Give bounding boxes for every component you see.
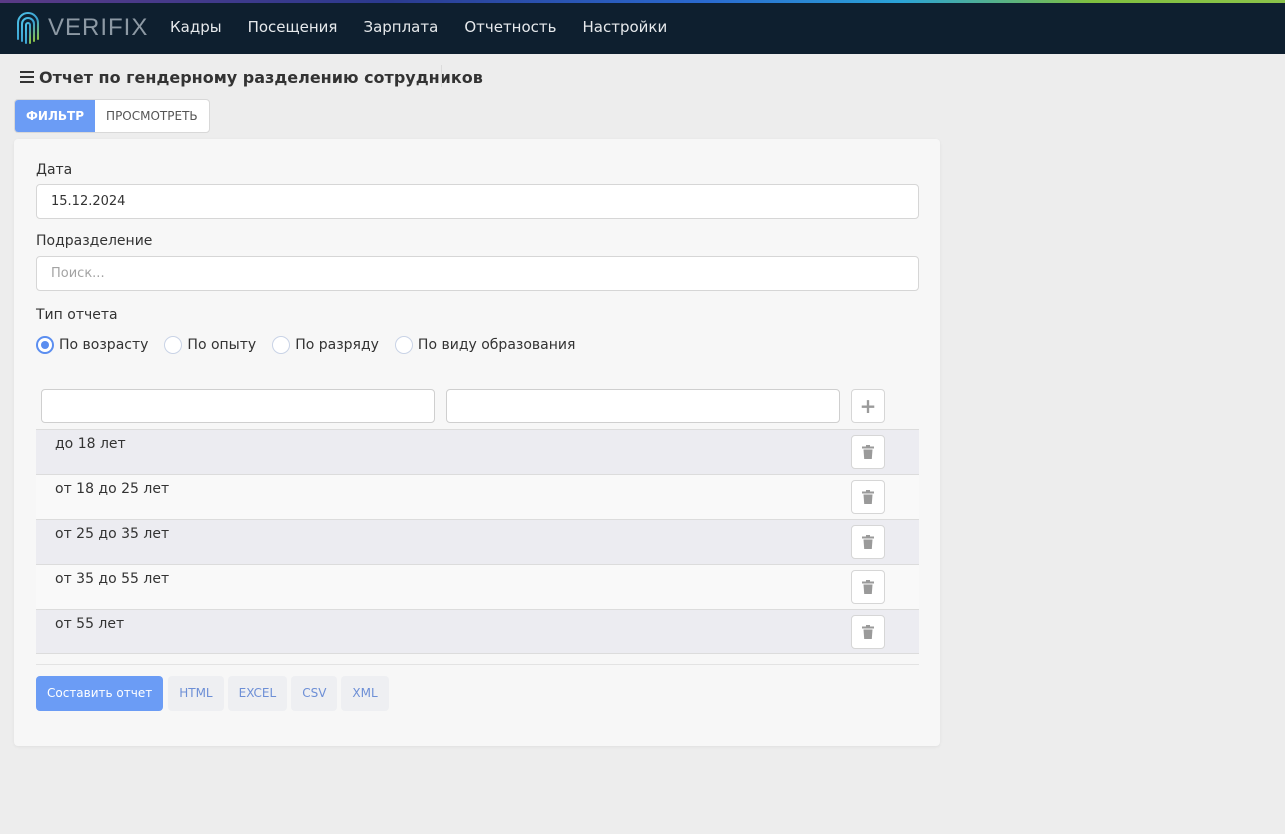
radio-circle	[164, 336, 183, 354]
radio-label: По разряду	[295, 337, 379, 353]
radio-label: По виду образования	[417, 337, 576, 353]
main-nav: Кадры Посещения Зарплата Отчетность Наст…	[157, 0, 680, 54]
add-range-button[interactable]: +	[851, 389, 885, 423]
fingerprint-icon	[17, 12, 39, 44]
report-actions: Составить отчет HTML EXCEL CSV XML	[36, 676, 393, 711]
delete-range-button[interactable]	[851, 615, 885, 649]
logo[interactable]: VERIFIX	[14, 8, 148, 48]
range-label: от 55 лет	[55, 616, 125, 632]
delete-range-button[interactable]	[851, 570, 885, 604]
division-search-input[interactable]: Поиск...	[36, 256, 919, 291]
nav-item-personnel[interactable]: Кадры	[157, 18, 235, 36]
table-row: до 18 лет	[36, 429, 919, 474]
delete-range-button[interactable]	[851, 525, 885, 559]
nav-item-salary[interactable]: Зарплата	[350, 18, 451, 36]
report-type-group: По возрасту По опыту По разряду По виду …	[36, 335, 591, 355]
filter-card: Дата 15.12.2024 Подразделение Поиск... Т…	[14, 139, 940, 746]
radio-by-age[interactable]: По возрасту	[36, 336, 148, 354]
radio-label: По опыту	[187, 337, 257, 353]
report-type-label: Тип отчета	[36, 307, 118, 323]
table-row: от 25 до 35 лет	[36, 519, 919, 564]
plus-icon: +	[859, 394, 877, 418]
radio-circle	[394, 336, 413, 354]
delete-range-button[interactable]	[851, 435, 885, 469]
actions-divider	[36, 664, 919, 665]
trash-icon	[862, 625, 874, 639]
table-row: от 55 лет	[36, 609, 919, 654]
grid-input-row: +	[36, 384, 919, 429]
delete-range-button[interactable]	[851, 480, 885, 514]
hamburger-icon[interactable]	[20, 71, 34, 83]
export-csv-button[interactable]: CSV	[291, 676, 338, 711]
export-html-button[interactable]: HTML	[168, 676, 224, 711]
tab-filter[interactable]: ФИЛЬТР	[15, 100, 96, 132]
logo-text: VERIFIX	[48, 14, 149, 41]
radio-by-grade[interactable]: По разряду	[272, 336, 379, 354]
title-divider	[441, 65, 442, 87]
page-title-bar: Отчет по гендерному разделению сотрудник…	[20, 66, 483, 88]
range-label: от 35 до 55 лет	[55, 571, 170, 587]
build-report-button[interactable]: Составить отчет	[36, 676, 164, 711]
date-label: Дата	[36, 162, 73, 178]
page-title: Отчет по гендерному разделению сотрудник…	[39, 67, 483, 87]
radio-by-education[interactable]: По виду образования	[394, 336, 576, 354]
radio-label: По возрасту	[59, 337, 149, 353]
nav-item-settings[interactable]: Настройки	[570, 18, 681, 36]
range-label: от 25 до 35 лет	[55, 526, 170, 542]
ranges-grid: + до 18 лет от 18 до 25 лет от 25 до 35 …	[36, 384, 919, 654]
export-excel-button[interactable]: EXCEL	[227, 676, 288, 711]
range-label: от 18 до 25 лет	[55, 481, 170, 497]
date-field[interactable]: 15.12.2024	[36, 184, 919, 219]
trash-icon	[862, 445, 874, 459]
radio-circle	[36, 336, 54, 354]
table-row: от 18 до 25 лет	[36, 474, 919, 519]
view-tabs: ФИЛЬТР ПРОСМОТРЕТЬ	[14, 99, 210, 133]
range-to-input[interactable]	[446, 389, 840, 423]
top-navbar: VERIFIX Кадры Посещения Зарплата Отчетно…	[0, 0, 1285, 54]
nav-item-attendance[interactable]: Посещения	[235, 18, 351, 36]
export-xml-button[interactable]: XML	[341, 676, 389, 711]
nav-item-reports[interactable]: Отчетность	[451, 18, 569, 36]
range-label: до 18 лет	[55, 436, 126, 452]
trash-icon	[862, 580, 874, 594]
radio-by-experience[interactable]: По опыту	[164, 336, 256, 354]
division-label: Подразделение	[36, 233, 153, 249]
range-from-input[interactable]	[41, 389, 435, 423]
radio-circle	[272, 336, 291, 354]
tab-view[interactable]: ПРОСМОТРЕТЬ	[95, 100, 209, 132]
trash-icon	[862, 535, 874, 549]
table-row: от 35 до 55 лет	[36, 564, 919, 609]
trash-icon	[862, 490, 874, 504]
